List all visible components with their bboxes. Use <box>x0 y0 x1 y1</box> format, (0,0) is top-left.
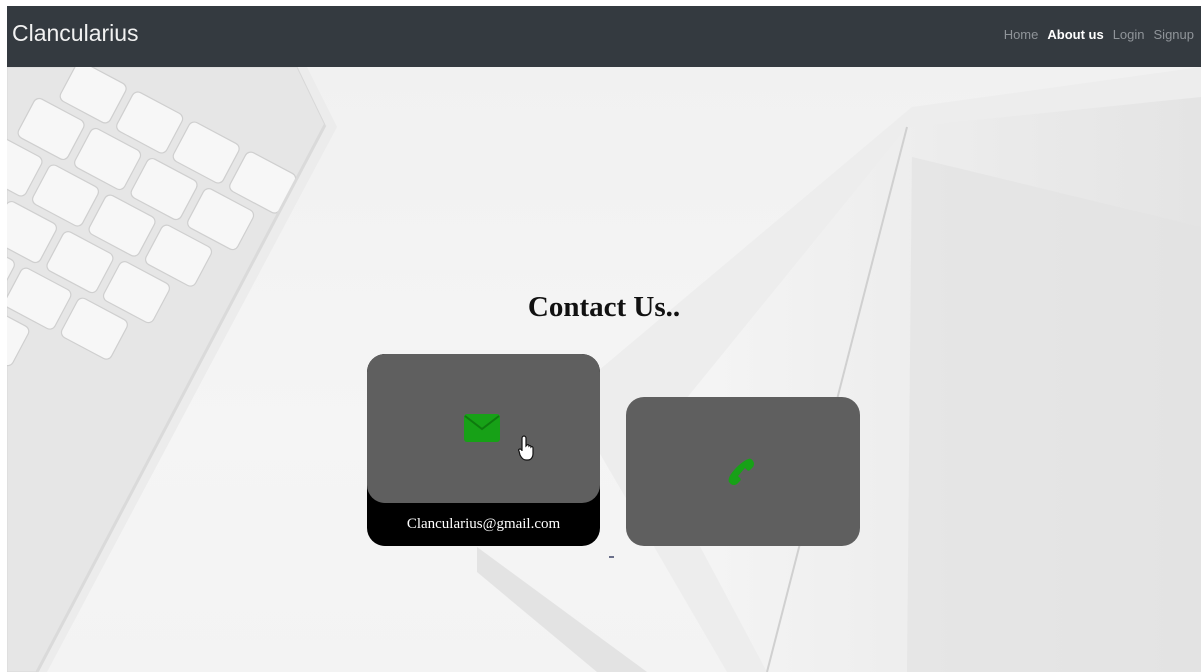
nav-link-about-us[interactable]: About us <box>1047 27 1103 42</box>
contact-card-phone[interactable] <box>626 397 860 546</box>
contact-card-email[interactable]: Clancularius@gmail.com <box>367 354 600 546</box>
page-title: Contact Us.. <box>527 291 681 323</box>
background-image <box>7 67 1201 672</box>
hand-cursor-icon <box>518 435 534 461</box>
envelope-icon <box>464 414 500 442</box>
nav-links: Home About us Login Signup <box>1004 27 1194 42</box>
nav-link-login[interactable]: Login <box>1113 27 1145 42</box>
brand-logo[interactable]: Clancularius <box>12 20 139 47</box>
navbar: Clancularius Home About us Login Signup <box>7 6 1201 67</box>
browser-viewport: Clancularius Home About us Login Signup <box>7 6 1201 672</box>
divider-mark <box>609 556 614 558</box>
email-address-text[interactable]: Clancularius@gmail.com <box>367 516 600 533</box>
phone-icon <box>728 458 755 486</box>
nav-link-signup[interactable]: Signup <box>1154 27 1194 42</box>
keyboard-notebook-illustration <box>7 67 1201 672</box>
nav-link-home[interactable]: Home <box>1004 27 1039 42</box>
email-card-face <box>367 354 600 503</box>
